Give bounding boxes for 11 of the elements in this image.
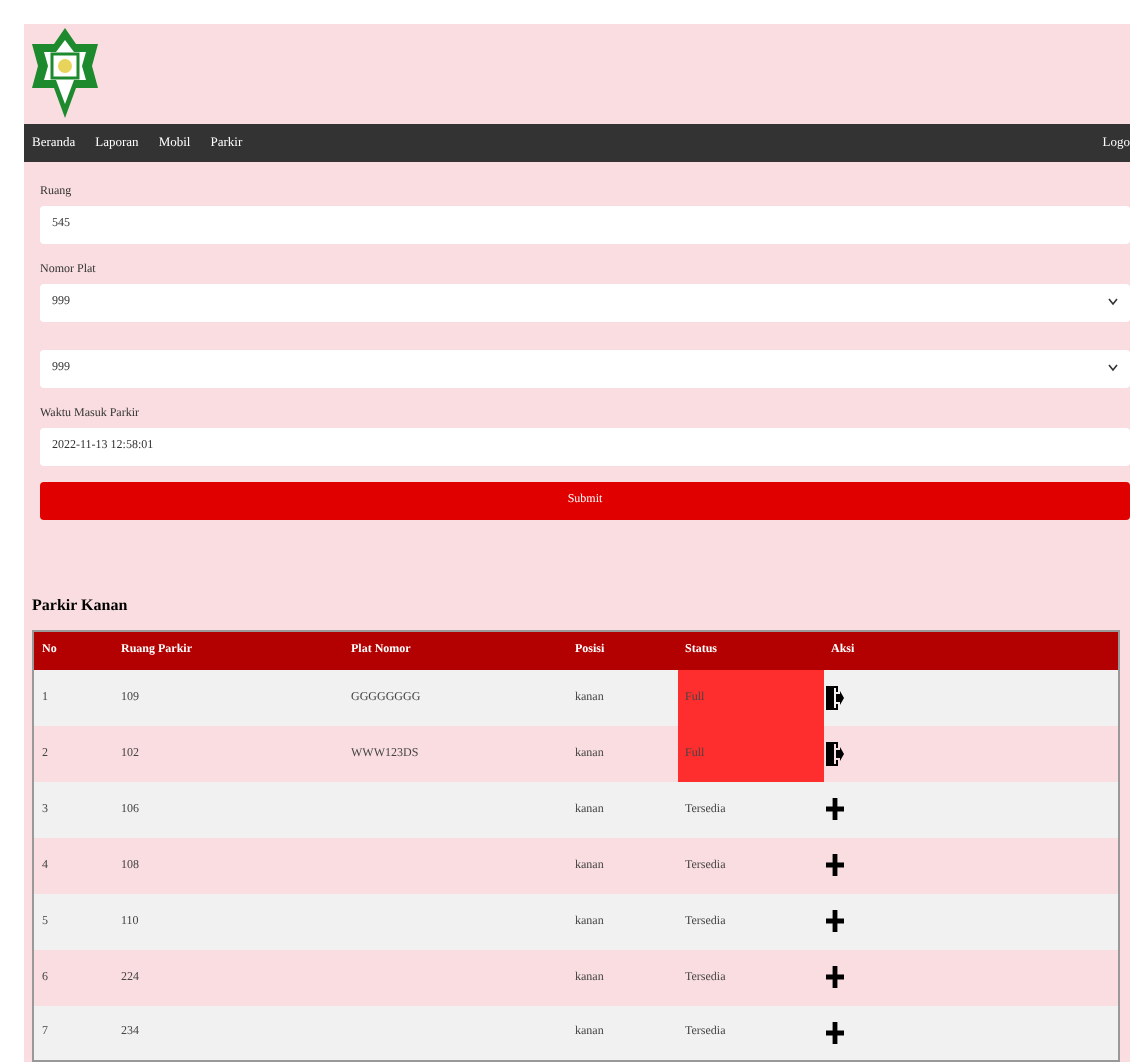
chevron-down-icon (1108, 364, 1118, 372)
plus-icon[interactable] (825, 854, 843, 876)
plus-icon[interactable] (825, 966, 843, 988)
table-title: Parkir Kanan (32, 595, 130, 613)
door-exit-icon[interactable] (825, 741, 843, 765)
chevron-down-icon (1108, 298, 1118, 306)
logo-icon (32, 28, 98, 119)
plus-icon[interactable] (825, 798, 843, 820)
door-exit-icon[interactable] (825, 685, 843, 709)
plus-icon[interactable] (825, 910, 843, 932)
plus-icon[interactable] (825, 1021, 843, 1044)
